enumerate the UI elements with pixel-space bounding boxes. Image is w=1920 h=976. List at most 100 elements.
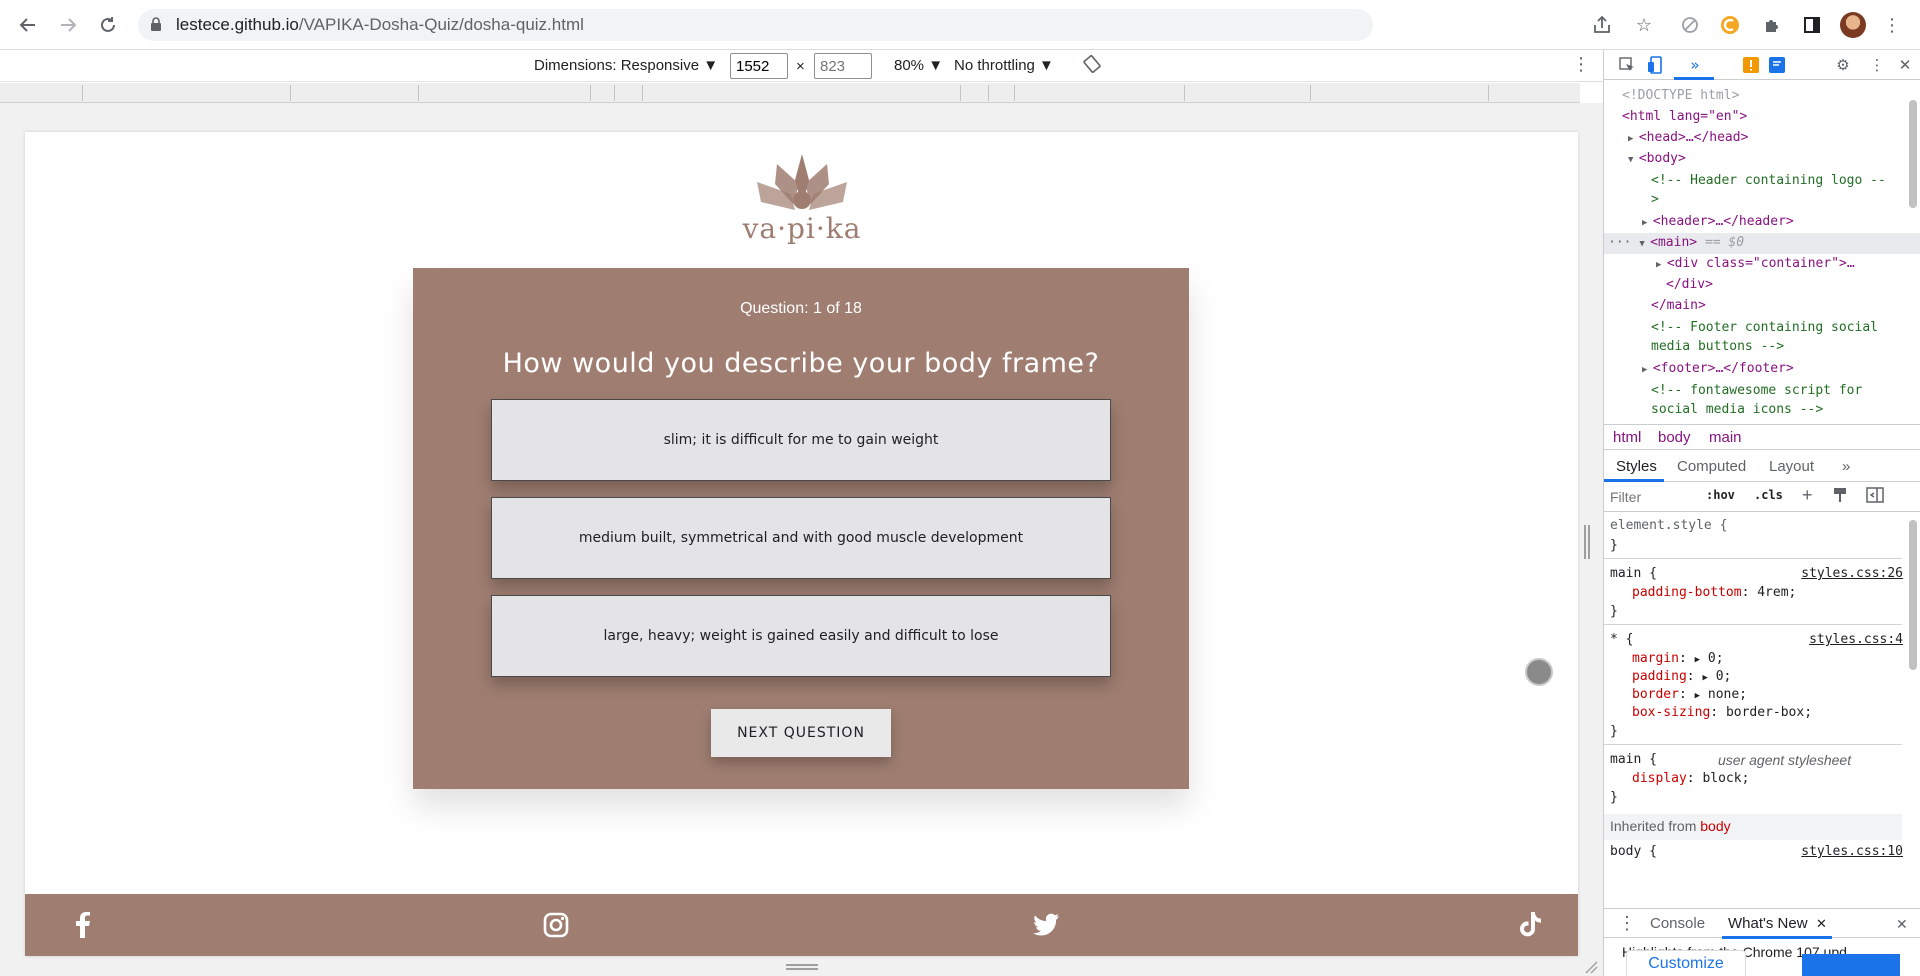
customize-button[interactable]: Customize — [1626, 950, 1746, 976]
next-question-button[interactable]: NEXT QUESTION — [711, 709, 891, 757]
element-style-selector[interactable]: element.style { — [1610, 518, 1727, 533]
tab-layout[interactable]: Layout — [1769, 458, 1814, 475]
dimensions-dropdown[interactable]: Dimensions: Responsive ▼ — [534, 57, 718, 74]
footer-comment[interactable]: <!-- Footer containing social — [1651, 318, 1878, 338]
body-node[interactable]: ▼ <body> — [1628, 149, 1686, 170]
breadcrumb-html[interactable]: html — [1613, 429, 1641, 446]
container-node[interactable]: ▶ <div class="container">… — [1656, 254, 1855, 275]
header-comment-end[interactable]: > — [1651, 190, 1659, 210]
rule-ua-display[interactable]: display: block; — [1632, 771, 1749, 786]
answer-option-1[interactable]: slim; it is difficult for me to gain wei… — [491, 399, 1111, 481]
rule-universal-border[interactable]: border: ▶ none; — [1632, 687, 1747, 702]
script-comment[interactable]: <!-- fontawesome script for — [1651, 381, 1862, 401]
styles-filter-input[interactable] — [1610, 487, 1690, 507]
toggle-sidebar-icon[interactable] — [1866, 487, 1884, 506]
html-node[interactable]: <html lang="en"> — [1622, 107, 1747, 127]
viewport-resize-bottom-handle[interactable] — [786, 964, 818, 970]
rule-body-selector[interactable]: body { — [1610, 844, 1657, 859]
tab-styles[interactable]: Styles — [1616, 458, 1657, 475]
rule-universal-box-sizing[interactable]: box-sizing: border-box; — [1632, 705, 1812, 720]
expand-arrow-icon[interactable]: ▶ — [1702, 673, 1707, 683]
bookmark-star-icon[interactable]: ☆ — [1632, 13, 1656, 37]
tab-computed[interactable]: Computed — [1677, 458, 1746, 475]
new-rule-icon[interactable]: + — [1802, 485, 1813, 506]
expand-arrow-icon[interactable]: ▶ — [1642, 218, 1653, 228]
main-node-selected[interactable]: ··· ▼ <main> == $0 — [1604, 233, 1920, 254]
rotate-icon[interactable] — [1082, 54, 1102, 78]
styles-scrollbar[interactable] — [1909, 520, 1917, 670]
tab-more[interactable]: » — [1842, 458, 1850, 475]
viewport-height-input[interactable] — [814, 53, 872, 79]
more-tabs-icon[interactable]: » — [1684, 55, 1706, 75]
puzzle-extensions-icon[interactable] — [1760, 13, 1784, 37]
device-toolbar-toggle-icon[interactable] — [1644, 55, 1666, 75]
breadcrumb-main[interactable]: main — [1709, 429, 1742, 446]
drawer-tab-console[interactable]: Console — [1650, 915, 1705, 932]
cls-toggle[interactable]: .cls — [1754, 488, 1783, 502]
warning-icon[interactable] — [1740, 55, 1762, 75]
expand-arrow-icon[interactable]: ▶ — [1695, 691, 1700, 701]
tiktok-icon[interactable] — [1516, 910, 1546, 940]
device-toolbar-more-icon[interactable]: ⋮ — [1572, 54, 1590, 75]
rule-ua-main-selector[interactable]: main { — [1610, 752, 1657, 767]
viewport-resize-handle[interactable] — [1584, 525, 1590, 559]
close-drawer-icon[interactable]: ✕ — [1896, 916, 1908, 933]
browser-menu-icon[interactable]: ⋮ — [1880, 13, 1904, 37]
vapika-logo[interactable]: va·pi·ka — [737, 150, 867, 250]
elements-tree[interactable]: <!DOCTYPE html> <html lang="en"> ▶ <head… — [1604, 80, 1920, 424]
doctype-line[interactable]: <!DOCTYPE html> — [1622, 86, 1739, 106]
forward-icon[interactable] — [54, 11, 82, 39]
reload-icon[interactable] — [94, 11, 122, 39]
paint-brush-icon[interactable] — [1832, 487, 1848, 506]
rule-universal-selector[interactable]: * { — [1610, 632, 1633, 647]
settings-gear-icon[interactable]: ⚙ — [1832, 55, 1854, 75]
answer-option-3[interactable]: large, heavy; weight is gained easily an… — [491, 595, 1111, 677]
header-node[interactable]: ▶ <header>…</header> — [1642, 212, 1794, 233]
script-comment-end[interactable]: social media icons --> — [1651, 400, 1823, 420]
head-node[interactable]: ▶ <head>…</head> — [1628, 128, 1748, 149]
rule-main-source-link[interactable]: styles.css:26 — [1801, 566, 1903, 581]
expand-arrow-icon[interactable]: ▶ — [1695, 655, 1700, 665]
breadcrumb-body[interactable]: body — [1658, 429, 1691, 446]
twitter-icon[interactable] — [1031, 910, 1061, 940]
collapse-arrow-icon[interactable]: ▼ — [1639, 239, 1650, 249]
close-devtools-icon[interactable]: ✕ — [1894, 55, 1916, 75]
footer-node[interactable]: ▶ <footer>…</footer> — [1642, 359, 1794, 380]
throttling-dropdown[interactable]: No throttling ▼ — [954, 57, 1054, 74]
extension-orange-icon[interactable] — [1718, 13, 1742, 37]
rule-main-selector[interactable]: main { — [1610, 566, 1657, 581]
rule-universal-source-link[interactable]: styles.css:4 — [1809, 632, 1903, 647]
media-query-ruler[interactable] — [0, 83, 1580, 103]
rule-universal-padding[interactable]: padding: ▶ 0; — [1632, 669, 1731, 684]
zoom-dropdown[interactable]: 80% ▼ — [894, 57, 943, 74]
collapse-arrow-icon[interactable]: ▼ — [1628, 155, 1639, 165]
inspect-element-icon[interactable] — [1616, 55, 1638, 75]
back-icon[interactable] — [14, 11, 42, 39]
rule-body-source-link[interactable]: styles.css:10 — [1801, 844, 1903, 859]
styles-pane[interactable]: element.style { } main { styles.css:26 p… — [1604, 512, 1920, 908]
close-whats-new-icon[interactable]: ✕ — [1816, 916, 1827, 932]
drawer-menu-icon[interactable]: ⋮ — [1618, 913, 1636, 934]
rule-main-declaration[interactable]: padding-bottom: 4rem; — [1632, 585, 1796, 600]
viewport-width-input[interactable] — [730, 53, 788, 79]
expand-arrow-icon[interactable]: ▶ — [1656, 260, 1667, 270]
side-panel-icon[interactable] — [1800, 13, 1824, 37]
facebook-icon[interactable] — [68, 910, 98, 940]
url-text[interactable]: lestece.github.io/VAPIKA-Dosha-Quiz/dosh… — [176, 15, 584, 35]
div-close-tag[interactable]: </div> — [1666, 275, 1713, 295]
inherited-from-link[interactable]: body — [1700, 818, 1730, 834]
issues-icon[interactable] — [1766, 55, 1788, 75]
profile-avatar[interactable] — [1840, 12, 1866, 38]
ellipsis-icon[interactable]: ··· — [1608, 235, 1639, 250]
main-close-tag[interactable]: </main> — [1651, 296, 1706, 316]
drawer-tab-whats-new[interactable]: What's New — [1728, 915, 1808, 932]
header-comment[interactable]: <!-- Header containing logo -- — [1651, 171, 1886, 191]
expand-arrow-icon[interactable]: ▶ — [1642, 365, 1653, 375]
instagram-icon[interactable] — [541, 910, 571, 940]
rule-universal-margin[interactable]: margin: ▶ 0; — [1632, 651, 1724, 666]
share-icon[interactable] — [1590, 13, 1614, 37]
corner-resize-icon[interactable] — [1584, 960, 1598, 974]
devtools-menu-icon[interactable]: ⋮ — [1866, 55, 1888, 75]
answer-option-2[interactable]: medium built, symmetrical and with good … — [491, 497, 1111, 579]
footer-comment-end[interactable]: media buttons --> — [1651, 337, 1784, 357]
